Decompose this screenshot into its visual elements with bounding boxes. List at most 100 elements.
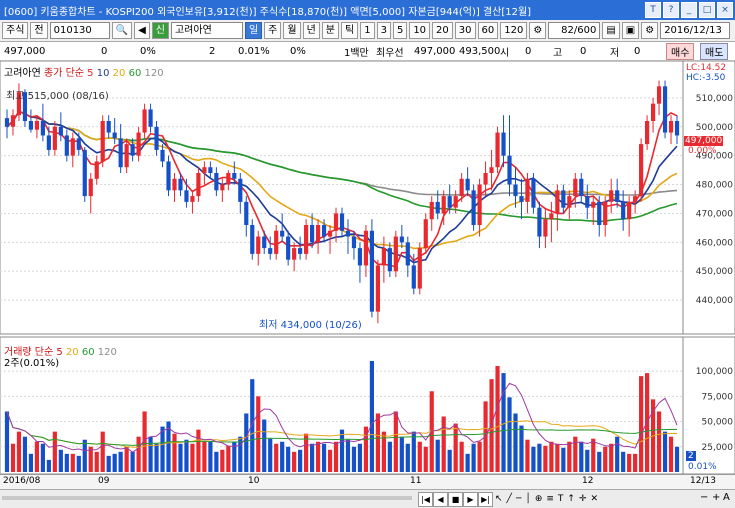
volume-bar: [537, 443, 542, 472]
text-tool-icon[interactable]: T: [558, 494, 564, 504]
stock-code-input[interactable]: 010130: [49, 22, 110, 39]
bottom-scroll-bar: |◀ ◀ ■ ▶ ▶| ↖ ╱ ─ │ ⊕ ≡ T ↑ ✛ ✕ − + A: [0, 489, 735, 508]
price-legend: 고려아연 종가 단순 5 10 20 60 120: [4, 64, 164, 79]
candle-body: [393, 236, 398, 272]
settings-icon[interactable]: ⚙: [529, 22, 547, 39]
sound-icon[interactable]: ◀: [134, 22, 150, 39]
volume-bar: [453, 423, 458, 472]
gear-icon[interactable]: ⚙: [641, 22, 659, 39]
tab-interval-20[interactable]: 20: [432, 22, 453, 39]
candle-body: [429, 201, 434, 220]
tab-period-day[interactable]: 일: [244, 22, 263, 39]
scroll-last-icon[interactable]: ▶|: [478, 492, 493, 507]
pct-field: 0%: [290, 45, 306, 57]
volume-bar: [250, 379, 255, 472]
volume-bar: [202, 441, 207, 472]
vline-icon[interactable]: │: [525, 494, 530, 504]
fibonacci-icon[interactable]: ≡: [546, 494, 554, 504]
crosshair-icon[interactable]: ✛: [579, 494, 587, 504]
volume-bar: [405, 443, 410, 472]
trade-qty: 2: [209, 45, 216, 57]
market-type-select[interactable]: 주식: [2, 22, 29, 39]
candle-body: [513, 184, 518, 197]
candle-body: [573, 178, 578, 197]
trendline-icon[interactable]: ╱: [507, 494, 512, 504]
volume-bar: [507, 397, 512, 472]
volume-bar: [627, 453, 632, 472]
tab-interval-1[interactable]: 1: [360, 22, 375, 39]
volume-bar: [471, 443, 476, 472]
eraser-icon[interactable]: ✕: [591, 494, 599, 504]
font-size-icon[interactable]: A: [723, 492, 730, 503]
prev-button[interactable]: 전: [30, 22, 48, 39]
candle-body: [28, 121, 34, 130]
candle-body: [184, 190, 189, 202]
volume-bar: [28, 453, 34, 472]
low-annotation: 최저 434,000 (10/26): [259, 320, 362, 331]
date-field[interactable]: 2016/12/13: [660, 22, 731, 39]
volume-bar: [22, 436, 28, 472]
volume-bar: [286, 446, 291, 472]
volume-bar: [501, 373, 506, 472]
x-label-aug: 2016/08: [3, 476, 41, 486]
zoom-icon[interactable]: ⊕: [535, 494, 543, 504]
candle-body: [172, 178, 177, 191]
search-icon[interactable]: 🔍: [111, 22, 133, 39]
tab-interval-120[interactable]: 120: [500, 22, 528, 39]
scroll-prev-icon[interactable]: ◀: [433, 492, 448, 507]
chart-area[interactable]: 510,000500,000490,000480,000470,000460,0…: [0, 61, 735, 474]
hline-icon[interactable]: ─: [516, 494, 521, 504]
volume-bar: [633, 453, 638, 472]
candle-body: [34, 121, 39, 130]
volume-bar: [345, 439, 351, 472]
zoom-out-icon[interactable]: −: [700, 492, 708, 503]
buy-button[interactable]: 매수: [666, 43, 695, 60]
chart-type-icon[interactable]: ▤: [602, 22, 620, 39]
candle-body: [501, 132, 506, 156]
tab-period-week[interactable]: 주: [264, 22, 282, 39]
volume-bar: [214, 451, 219, 472]
window-help-icon[interactable]: ?: [663, 2, 679, 18]
count-field[interactable]: 82/600: [548, 22, 601, 39]
candle-body: [555, 190, 560, 214]
candle-body: [381, 248, 386, 266]
scroll-next-icon[interactable]: ▶: [463, 492, 478, 507]
window-link-icon[interactable]: T: [645, 2, 661, 18]
candle-body: [124, 144, 129, 168]
stop-icon[interactable]: ■: [448, 492, 463, 507]
sell-button[interactable]: 매도: [700, 43, 729, 60]
volume-bar: [674, 446, 680, 472]
window-minimize-icon[interactable]: _: [681, 2, 697, 18]
save-icon[interactable]: ▣: [621, 22, 640, 39]
stock-name-field[interactable]: 고려아연: [170, 22, 243, 39]
toolbar: 주식 전 010130 🔍 ◀ 신 고려아연 일 주 월 년 분 틱 1 3 5…: [0, 20, 735, 42]
ma10-legend: 10: [96, 68, 110, 79]
cursor-icon[interactable]: ↖: [495, 494, 503, 504]
x-label-date: 12/13: [690, 476, 716, 486]
window-maximize-icon[interactable]: □: [699, 2, 715, 18]
candle-body: [405, 242, 410, 266]
tab-interval-10[interactable]: 10: [409, 22, 431, 39]
window-close-icon[interactable]: ×: [717, 2, 733, 18]
tab-period-year[interactable]: 년: [302, 22, 320, 39]
candle-body: [615, 190, 620, 202]
horizontal-scrollbar[interactable]: [2, 496, 412, 500]
volume-bar: [10, 443, 16, 472]
scroll-first-icon[interactable]: |◀: [418, 492, 433, 507]
arrow-up-tool-icon[interactable]: ↑: [567, 494, 575, 504]
candle-body: [148, 109, 153, 127]
tab-interval-5[interactable]: 5: [392, 22, 408, 39]
tab-period-minute[interactable]: 분: [321, 22, 339, 39]
tab-period-month[interactable]: 월: [283, 22, 301, 39]
volume-bar: [423, 446, 428, 472]
tab-interval-30[interactable]: 30: [454, 22, 476, 39]
price-tick-label: 500,000: [696, 123, 733, 133]
zoom-in-icon[interactable]: +: [712, 492, 720, 503]
candle-body: [531, 178, 536, 208]
tab-interval-3[interactable]: 3: [376, 22, 391, 39]
candle-body: [537, 207, 542, 237]
candle-body: [668, 121, 674, 133]
tab-interval-60[interactable]: 60: [477, 22, 499, 39]
x-label-sep: 09: [98, 476, 110, 486]
tab-period-tick[interactable]: 틱: [340, 22, 359, 39]
